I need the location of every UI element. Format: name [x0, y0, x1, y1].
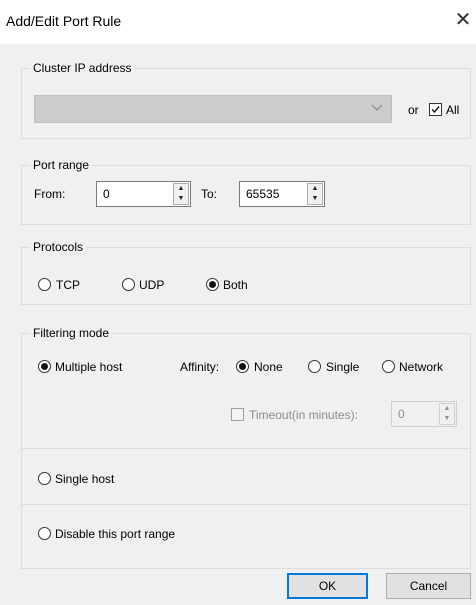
affinity-none-radio[interactable] — [236, 360, 249, 373]
filtering-mode-group: Filtering mode Multiple host Affinity: N… — [21, 326, 471, 569]
separator-1 — [22, 448, 470, 449]
checkmark-icon — [431, 106, 440, 114]
tcp-label: TCP — [56, 278, 80, 292]
affinity-network-label: Network — [399, 360, 444, 374]
affinity-network-radio[interactable] — [382, 360, 395, 373]
single-host-label: Single host — [55, 472, 115, 486]
ok-button[interactable]: OK — [287, 573, 368, 599]
window-title: Add/Edit Port Rule — [6, 13, 122, 29]
all-label: All — [446, 103, 460, 117]
port-range-group: Port range From: 0 ▲ ▼ To: 65535 ▲ ▼ — [21, 158, 471, 225]
spin-up-icon[interactable]: ▲ — [174, 184, 188, 194]
cluster-ip-legend: Cluster IP address — [30, 61, 135, 75]
disable-port-range-radio[interactable] — [38, 527, 51, 540]
to-spin-buttons[interactable]: ▲ ▼ — [307, 183, 323, 205]
affinity-single-label: Single — [326, 360, 360, 374]
spin-up-icon[interactable]: ▲ — [308, 184, 322, 194]
multiple-host-radio[interactable] — [38, 360, 51, 373]
separator-2 — [22, 504, 470, 505]
single-host-radio[interactable] — [38, 472, 51, 485]
both-radio[interactable] — [206, 278, 219, 291]
timeout-spin-buttons[interactable]: ▲ ▼ — [439, 403, 455, 425]
close-icon[interactable]: ✕ — [452, 9, 474, 31]
multiple-host-label: Multiple host — [55, 360, 123, 374]
tcp-radio[interactable] — [38, 278, 51, 291]
both-label: Both — [223, 278, 248, 292]
from-port-spinner[interactable]: 0 ▲ ▼ — [96, 181, 191, 207]
timeout-label: Timeout(in minutes): — [249, 408, 358, 422]
to-port-value: 65535 — [246, 187, 280, 201]
chevron-down-icon — [371, 104, 383, 111]
radio-selected-dot — [239, 363, 246, 370]
from-port-value: 0 — [103, 187, 110, 201]
spin-down-icon[interactable]: ▼ — [174, 194, 188, 204]
from-spin-buttons[interactable]: ▲ ▼ — [173, 183, 189, 205]
to-port-spinner[interactable]: 65535 ▲ ▼ — [239, 181, 325, 207]
from-label: From: — [34, 187, 66, 201]
spin-up-icon[interactable]: ▲ — [440, 404, 454, 414]
udp-radio[interactable] — [122, 278, 135, 291]
affinity-single-radio[interactable] — [308, 360, 321, 373]
to-label: To: — [201, 187, 218, 201]
cluster-ip-combo[interactable] — [34, 95, 392, 123]
timeout-value: 0 — [398, 407, 405, 421]
filtering-mode-legend: Filtering mode — [30, 326, 113, 340]
cancel-button[interactable]: Cancel — [386, 573, 471, 599]
spin-down-icon[interactable]: ▼ — [440, 414, 454, 424]
port-range-legend: Port range — [30, 158, 93, 172]
or-label: or — [408, 103, 419, 117]
radio-selected-dot — [41, 363, 48, 370]
title-bar: Add/Edit Port Rule ✕ — [0, 0, 476, 44]
cluster-ip-group: Cluster IP address or All — [21, 61, 471, 139]
spin-down-icon[interactable]: ▼ — [308, 194, 322, 204]
timeout-spinner[interactable]: 0 ▲ ▼ — [391, 401, 457, 427]
affinity-label: Affinity: — [180, 360, 220, 374]
timeout-checkbox[interactable] — [231, 408, 244, 421]
disable-port-range-label: Disable this port range — [55, 527, 176, 541]
all-checkbox[interactable] — [429, 103, 442, 116]
protocols-group: Protocols TCP UDP Both — [21, 240, 471, 305]
protocols-legend: Protocols — [30, 240, 87, 254]
udp-label: UDP — [139, 278, 165, 292]
affinity-none-label: None — [254, 360, 283, 374]
radio-selected-dot — [209, 281, 216, 288]
